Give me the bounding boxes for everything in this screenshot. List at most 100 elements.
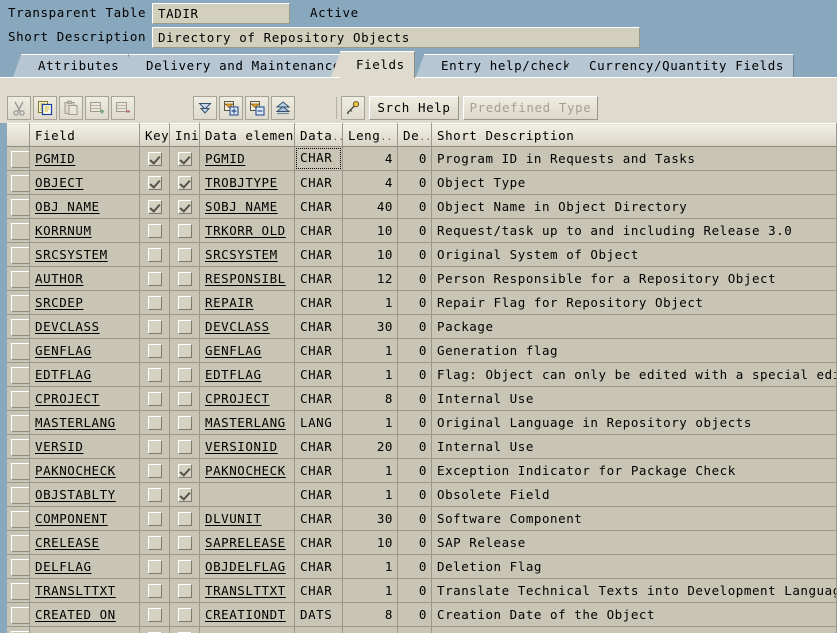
field-cell[interactable]: DEVCLASS bbox=[30, 315, 140, 339]
fields-grid[interactable]: Field Key Ini.. Data element Data.. Leng… bbox=[0, 123, 837, 633]
ini-checkbox[interactable] bbox=[178, 248, 192, 262]
length-cell[interactable]: 1 bbox=[343, 579, 398, 603]
short-description-cell[interactable]: Original Language in Repository objects bbox=[432, 411, 837, 435]
insert-row-icon[interactable] bbox=[85, 96, 109, 120]
data-element-cell[interactable]: PAKNOCHECK bbox=[200, 459, 295, 483]
short-description-cell[interactable]: Software Component bbox=[432, 507, 837, 531]
tab-fields[interactable]: Fields bbox=[340, 51, 415, 78]
key-cell[interactable] bbox=[140, 603, 170, 627]
length-cell[interactable]: 1 bbox=[343, 411, 398, 435]
row-select-cell[interactable] bbox=[4, 219, 30, 243]
table-row[interactable]: SRCSYSTEMSRCSYSTEMCHAR100Original System… bbox=[4, 243, 837, 267]
data-element-cell[interactable]: MASTERLANG bbox=[200, 411, 295, 435]
table-row[interactable]: OBJ_NAMESOBJ_NAMECHAR400Object Name in O… bbox=[4, 195, 837, 219]
data-type-cell[interactable]: DATS bbox=[295, 603, 343, 627]
row-select-cell[interactable] bbox=[4, 171, 30, 195]
decimals-cell[interactable]: 0 bbox=[398, 411, 432, 435]
short-description-cell[interactable]: Request/task up to and including Release… bbox=[432, 219, 837, 243]
row-select-cell[interactable] bbox=[4, 267, 30, 291]
data-type-cell[interactable]: CHAR bbox=[295, 507, 343, 531]
ini-checkbox[interactable] bbox=[178, 464, 192, 478]
data-type-cell[interactable]: CHAR bbox=[295, 579, 343, 603]
ini-cell[interactable] bbox=[170, 483, 200, 507]
decimals-cell[interactable]: 0 bbox=[398, 507, 432, 531]
field-cell[interactable]: OBJECT bbox=[30, 171, 140, 195]
ini-cell[interactable] bbox=[170, 411, 200, 435]
short-description-cell[interactable]: Flag: Object can only be edited with a s… bbox=[432, 363, 837, 387]
ini-checkbox[interactable] bbox=[178, 224, 192, 238]
ini-checkbox[interactable] bbox=[178, 392, 192, 406]
column-header-data-element[interactable]: Data element bbox=[200, 124, 295, 147]
key-checkbox[interactable] bbox=[148, 536, 162, 550]
key-cell[interactable] bbox=[140, 531, 170, 555]
ini-checkbox[interactable] bbox=[178, 176, 192, 190]
short-description-cell[interactable]: Package bbox=[432, 315, 837, 339]
short-description-cell[interactable]: Translate Technical Texts into Developme… bbox=[432, 579, 837, 603]
data-element-cell[interactable]: RESPONSIBL bbox=[200, 267, 295, 291]
length-cell[interactable]: 12 bbox=[343, 267, 398, 291]
row-select-button[interactable] bbox=[11, 535, 30, 552]
decimals-cell[interactable]: 0 bbox=[398, 147, 432, 171]
key-checkbox[interactable] bbox=[148, 608, 162, 622]
ini-checkbox[interactable] bbox=[178, 320, 192, 334]
row-select-button[interactable] bbox=[11, 511, 30, 528]
field-cell[interactable]: KORRNUM bbox=[30, 219, 140, 243]
decimals-cell[interactable]: 0 bbox=[398, 195, 432, 219]
decimals-cell[interactable]: 0 bbox=[398, 243, 432, 267]
row-select-button[interactable] bbox=[11, 487, 30, 504]
short-description-cell[interactable]: Internal Use bbox=[432, 387, 837, 411]
length-cell[interactable]: 1 bbox=[343, 339, 398, 363]
delete-row-icon[interactable] bbox=[111, 96, 135, 120]
row-select-button[interactable] bbox=[11, 199, 30, 216]
column-header-decimals[interactable]: De.. bbox=[398, 124, 432, 147]
short-description-cell[interactable]: Program ID in Requests and Tasks bbox=[432, 147, 837, 171]
key-checkbox[interactable] bbox=[148, 488, 162, 502]
field-cell[interactable]: OBJSTABLTY bbox=[30, 483, 140, 507]
ini-cell[interactable] bbox=[170, 627, 200, 633]
data-type-cell[interactable]: CHAR bbox=[295, 387, 343, 411]
data-element-cell[interactable]: REPAIR bbox=[200, 291, 295, 315]
cut-icon[interactable] bbox=[7, 96, 31, 120]
key-checkbox[interactable] bbox=[148, 248, 162, 262]
ini-cell[interactable] bbox=[170, 195, 200, 219]
ini-cell[interactable] bbox=[170, 291, 200, 315]
row-select-button[interactable] bbox=[11, 463, 30, 480]
row-select-cell[interactable] bbox=[4, 459, 30, 483]
expand-icon[interactable] bbox=[219, 96, 243, 120]
row-select-button[interactable] bbox=[11, 607, 30, 624]
ini-checkbox[interactable] bbox=[178, 296, 192, 310]
ini-cell[interactable] bbox=[170, 507, 200, 531]
row-select-button[interactable] bbox=[11, 295, 30, 312]
length-cell[interactable]: 1 bbox=[343, 459, 398, 483]
table-row[interactable]: MASTERLANGMASTERLANGLANG10Original Langu… bbox=[4, 411, 837, 435]
row-select-cell[interactable] bbox=[4, 555, 30, 579]
short-description-cell[interactable]: Internal Use bbox=[432, 435, 837, 459]
data-element-cell[interactable] bbox=[200, 483, 295, 507]
data-element-cell[interactable]: CPROJECT bbox=[200, 387, 295, 411]
ini-checkbox[interactable] bbox=[178, 368, 192, 382]
short-description-cell[interactable]: Generation flag bbox=[432, 339, 837, 363]
data-type-cell[interactable]: CHAR bbox=[295, 531, 343, 555]
ini-checkbox[interactable] bbox=[178, 608, 192, 622]
ini-checkbox[interactable] bbox=[178, 152, 192, 166]
key-cell[interactable] bbox=[140, 339, 170, 363]
key-cell[interactable] bbox=[140, 435, 170, 459]
row-select-button[interactable] bbox=[11, 391, 30, 408]
decimals-cell[interactable]: 0 bbox=[398, 267, 432, 291]
predefined-type-button[interactable]: Predefined Type bbox=[463, 96, 598, 120]
tab-attributes[interactable]: Attributes bbox=[22, 54, 129, 78]
ini-checkbox[interactable] bbox=[178, 488, 192, 502]
key-checkbox[interactable] bbox=[148, 416, 162, 430]
key-cell[interactable] bbox=[140, 171, 170, 195]
table-row[interactable]: SRCDEPREPAIRCHAR10Repair Flag for Reposi… bbox=[4, 291, 837, 315]
ini-checkbox[interactable] bbox=[178, 272, 192, 286]
data-element-cell[interactable]: SCC_DATE bbox=[200, 627, 295, 633]
table-row[interactable]: CRELEASESAPRELEASECHAR100SAP Release bbox=[4, 531, 837, 555]
key-checkbox[interactable] bbox=[148, 512, 162, 526]
field-cell[interactable]: GENFLAG bbox=[30, 339, 140, 363]
ini-checkbox[interactable] bbox=[178, 200, 192, 214]
ini-cell[interactable] bbox=[170, 147, 200, 171]
data-type-cell[interactable]: CHAR bbox=[295, 555, 343, 579]
table-row[interactable]: VERSIDVERSIONIDCHAR200Internal Use bbox=[4, 435, 837, 459]
decimals-cell[interactable]: 0 bbox=[398, 387, 432, 411]
